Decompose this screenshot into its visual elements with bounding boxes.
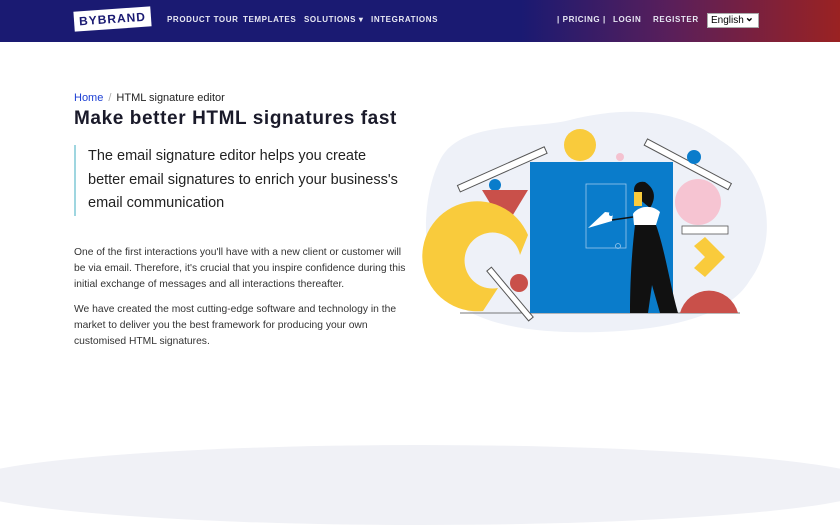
breadcrumb: Home / HTML signature editor [74,92,225,104]
breadcrumb-home[interactable]: Home [74,92,103,104]
top-navbar: BYBRAND PRODUCT TOUR TEMPLATES SOLUTIONS… [0,0,840,42]
intro-paragraph-1: One of the first interactions you'll hav… [74,247,406,290]
nav-register[interactable]: REGISTER [653,15,699,24]
lead-quote: The email signature editor helps you cre… [74,145,404,216]
breadcrumb-current: HTML signature editor [116,92,225,104]
bybrand-logo[interactable]: BYBRAND [73,6,152,32]
signature-editor-illustration [422,111,767,333]
nav-pricing[interactable]: | PRICING | [557,15,606,24]
nav-login[interactable]: LOGIN [613,15,641,24]
nav-solutions-label: SOLUTIONS [304,15,357,24]
language-select[interactable]: English [707,11,759,28]
page-title: Make better HTML signatures fast [74,108,397,129]
breadcrumb-separator: / [108,92,112,104]
nav-templates[interactable]: TEMPLATES [243,15,296,24]
nav-solutions[interactable]: SOLUTIONS ▾ [304,15,364,24]
bottom-wave-decoration [0,445,840,525]
intro-paragraph-2: We have created the most cutting-edge so… [74,304,397,347]
caret-down-icon: ▾ [358,15,364,24]
nav-integrations[interactable]: INTEGRATIONS [371,15,438,24]
nav-product-tour[interactable]: PRODUCT TOUR [167,15,239,24]
